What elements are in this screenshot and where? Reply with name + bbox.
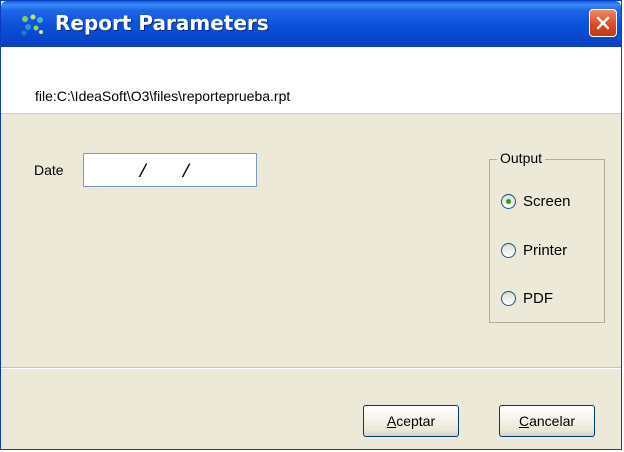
close-icon	[596, 16, 610, 30]
radio-screen-label: Screen	[523, 192, 571, 210]
close-button[interactable]	[589, 9, 617, 37]
radio-button-selected[interactable]	[501, 193, 516, 209]
cancel-hotkey: C	[518, 413, 530, 429]
radio-printer[interactable]: Printer	[501, 239, 567, 261]
cancel-label: ancelar	[529, 413, 576, 429]
accept-button[interactable]: Aceptar	[363, 405, 459, 437]
radio-printer-label: Printer	[523, 241, 568, 259]
file-path-label: file:C:\IdeaSoft\O3\files\reporteprueba.…	[35, 88, 291, 104]
radio-button[interactable]	[501, 290, 516, 306]
radio-screen[interactable]: Screen	[501, 190, 571, 212]
report-parameters-dialog: Report Parameters file:C:\IdeaSoft\O3\fi…	[0, 0, 622, 450]
output-legend: Output	[497, 150, 546, 166]
radio-pdf-label: PDF	[523, 289, 553, 307]
date-field[interactable]	[83, 153, 257, 187]
radio-pdf[interactable]: PDF	[501, 287, 553, 309]
accept-hotkey: A	[386, 413, 397, 429]
cancel-button[interactable]: Cancelar	[499, 405, 595, 437]
file-info-strip: file:C:\IdeaSoft\O3\files\reporteprueba.…	[1, 47, 621, 114]
button-separator	[1, 367, 621, 369]
title-bar[interactable]: Report Parameters	[1, 1, 621, 47]
radio-dot	[506, 198, 511, 204]
accept-label: ceptar	[396, 413, 436, 429]
date-label: Date	[34, 162, 64, 178]
window-title: Report Parameters	[55, 11, 269, 35]
app-icon	[21, 14, 43, 36]
radio-button[interactable]	[501, 242, 516, 258]
